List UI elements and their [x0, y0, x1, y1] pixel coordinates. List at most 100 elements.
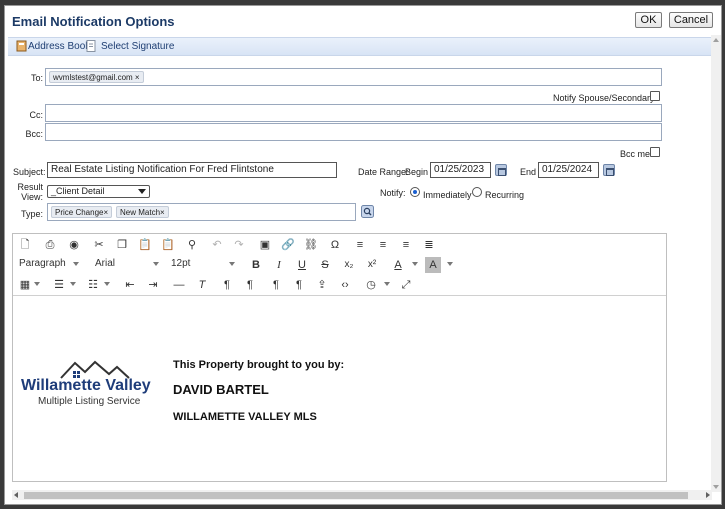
- horizontal-line-icon[interactable]: —: [171, 277, 187, 293]
- align-right-icon[interactable]: ≡: [398, 237, 414, 253]
- subscript-icon[interactable]: x₂: [341, 257, 357, 273]
- text-color-icon[interactable]: A: [390, 257, 406, 273]
- begin-date-input[interactable]: 01/25/2023: [430, 162, 491, 178]
- align-center-icon[interactable]: ≡: [375, 237, 391, 253]
- bcc-me-checkbox[interactable]: [650, 147, 660, 157]
- to-chip[interactable]: wvmlstest@gmail.com ×: [49, 71, 144, 83]
- chevron-down-icon: [412, 262, 418, 266]
- email-notification-dialog: Email Notification Options OK Cancel Add…: [4, 5, 722, 505]
- paste-icon[interactable]: 📋: [137, 237, 153, 253]
- table-icon[interactable]: ▦: [17, 277, 33, 293]
- editor-content[interactable]: Willamette Valley Multiple Listing Servi…: [13, 296, 666, 481]
- subject-input[interactable]: Real Estate Listing Notification For Fre…: [47, 162, 337, 178]
- copy-icon[interactable]: ❐: [114, 237, 130, 253]
- end-date-input[interactable]: 01/25/2024: [538, 162, 599, 178]
- show-blocks-icon[interactable]: ¶: [268, 277, 284, 293]
- paste-as-text-icon[interactable]: 📋: [160, 237, 176, 253]
- cc-label: Cc:: [29, 110, 44, 120]
- begin-calendar-icon[interactable]: [495, 164, 507, 176]
- body-line-2: DAVID BARTEL: [173, 382, 269, 397]
- find-replace-icon[interactable]: ⚲: [184, 237, 200, 253]
- type-field[interactable]: Price Change× New Match×: [47, 203, 356, 221]
- end-label: End: [520, 167, 537, 177]
- bcc-field[interactable]: [45, 123, 662, 141]
- address-book-icon: [16, 40, 27, 52]
- chevron-down-icon: [384, 282, 390, 286]
- type-chip-price-change[interactable]: Price Change×: [51, 206, 113, 218]
- search-icon[interactable]: [361, 205, 374, 218]
- chevron-down-icon: [104, 282, 110, 286]
- chevron-down-icon: [153, 262, 159, 266]
- italic-icon[interactable]: I: [271, 257, 287, 273]
- special-character-icon[interactable]: Ω: [327, 237, 343, 253]
- bcc-label: Bcc:: [25, 129, 43, 139]
- clear-formatting-icon[interactable]: T: [194, 277, 210, 293]
- new-document-icon[interactable]: 🗋: [17, 237, 33, 253]
- select-signature-link[interactable]: Select Signature: [101, 41, 174, 52]
- paragraph-mark-icon[interactable]: ¶: [291, 277, 307, 293]
- background-color-icon[interactable]: A: [425, 257, 441, 273]
- scroll-left-icon[interactable]: [14, 492, 18, 498]
- editor-toolbar-row-2: Paragraph Arial 12pt B I U S x₂ x² A A: [13, 254, 666, 276]
- horizontal-scrollbar[interactable]: [12, 490, 712, 500]
- bcc-me-label: Bcc me: [620, 149, 651, 159]
- notify-label: Notify:: [380, 188, 406, 198]
- ok-button[interactable]: OK: [635, 12, 662, 28]
- to-field[interactable]: wvmlstest@gmail.com ×: [45, 68, 662, 86]
- result-view-select[interactable]: _Client Detail: [47, 185, 150, 198]
- notify-spouse-checkbox[interactable]: [650, 91, 660, 101]
- print-icon[interactable]: ⎙: [42, 237, 58, 253]
- image-icon[interactable]: ▣: [257, 237, 273, 253]
- rtl-icon[interactable]: ¶: [242, 277, 258, 293]
- upload-icon[interactable]: ⇪: [314, 277, 330, 293]
- chevron-down-icon: [229, 262, 235, 266]
- undo-icon[interactable]: ↶: [209, 237, 225, 253]
- underline-icon[interactable]: U: [294, 257, 310, 273]
- type-chip-new-match[interactable]: New Match×: [116, 206, 169, 218]
- logo-title: Willamette Valley: [21, 377, 151, 394]
- signature-icon: [86, 40, 96, 52]
- clock-icon[interactable]: ◷: [363, 277, 379, 293]
- align-left-icon[interactable]: ≡: [352, 237, 368, 253]
- scroll-down-icon[interactable]: [713, 485, 719, 489]
- font-family-select[interactable]: Arial: [95, 258, 115, 269]
- address-book-link[interactable]: Address Book: [28, 41, 90, 52]
- date-range-label: Date Range:: [358, 167, 409, 177]
- paragraph-format-select[interactable]: Paragraph: [19, 258, 66, 269]
- bullet-list-icon[interactable]: ☰: [51, 277, 67, 293]
- to-label: To:: [30, 73, 43, 83]
- editor-toolbar-row-1: 🗋 ⎙ ◉ ✂ ❐ 📋 📋 ⚲ ↶ ↷ ▣ 🔗 ⛓ Ω ≡ ≡ ≡ ≣: [13, 234, 666, 256]
- cut-icon[interactable]: ✂: [91, 237, 107, 253]
- chevron-down-icon: [70, 282, 76, 286]
- redo-icon[interactable]: ↷: [231, 237, 247, 253]
- rich-text-editor: 🗋 ⎙ ◉ ✂ ❐ 📋 📋 ⚲ ↶ ↷ ▣ 🔗 ⛓ Ω ≡ ≡ ≡ ≣ Para…: [12, 233, 667, 482]
- superscript-icon[interactable]: x²: [364, 257, 380, 273]
- cancel-button[interactable]: Cancel: [669, 12, 713, 28]
- link-icon[interactable]: 🔗: [280, 237, 296, 253]
- notify-immediately-radio[interactable]: [410, 187, 420, 197]
- font-size-select[interactable]: 12pt: [171, 258, 190, 269]
- preview-icon[interactable]: ◉: [66, 237, 82, 253]
- result-view-label: Result View:: [17, 182, 43, 202]
- notify-recurring-radio[interactable]: [472, 187, 482, 197]
- indent-icon[interactable]: ⇥: [145, 277, 161, 293]
- source-code-icon[interactable]: ‹›: [337, 277, 353, 293]
- body-line-1: This Property brought to you by:: [173, 359, 345, 371]
- bold-icon[interactable]: B: [248, 257, 264, 273]
- numbered-list-icon[interactable]: ☷: [85, 277, 101, 293]
- cc-field[interactable]: [45, 104, 662, 122]
- scroll-up-icon[interactable]: [713, 38, 719, 42]
- justify-icon[interactable]: ≣: [421, 237, 437, 253]
- end-calendar-icon[interactable]: [603, 164, 615, 176]
- unlink-icon[interactable]: ⛓: [303, 237, 319, 253]
- vertical-scrollbar[interactable]: [711, 35, 721, 492]
- fullscreen-icon[interactable]: ⤢: [398, 277, 414, 293]
- notify-spouse-label: Notify Spouse/Secondary: [553, 93, 655, 103]
- body-line-3: WILLAMETTE VALLEY MLS: [173, 411, 317, 423]
- ltr-icon[interactable]: ¶: [219, 277, 235, 293]
- notify-recurring-label: Recurring: [485, 190, 525, 200]
- outdent-icon[interactable]: ⇤: [122, 277, 138, 293]
- strikethrough-icon[interactable]: S: [317, 257, 333, 273]
- scroll-right-icon[interactable]: [706, 492, 710, 498]
- scroll-thumb[interactable]: [24, 492, 688, 499]
